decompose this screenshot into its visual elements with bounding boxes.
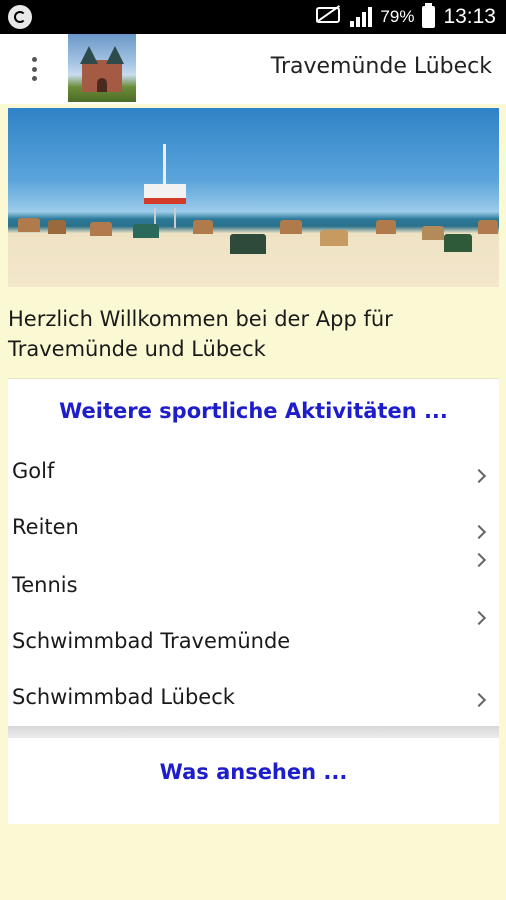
chevron-right-icon [471,692,487,708]
chevron-right-icon [471,524,487,540]
section-divider [8,726,499,738]
sights-card: Was ansehen ... [8,738,499,824]
beach-banner-image [8,108,499,287]
chevron-right-icon [471,552,487,568]
status-bar: 79% 13:13 [0,0,506,34]
sports-card: Weitere sportliche Aktivitäten ... Golf … [8,378,499,726]
signal-icon [350,7,373,27]
battery-percent: 79% [380,7,415,26]
mute-icon [316,7,342,27]
list-item-golf[interactable]: Golf [8,451,499,499]
status-icons: 79% 13:13 [316,0,496,34]
list-item-label: Tennis [12,573,78,597]
list-item-label: Golf [12,459,55,483]
welcome-text: Herzlich Willkommen bei der App für Trav… [8,307,393,361]
holstentor-logo [68,34,136,102]
list-item-label: Reiten [12,515,79,539]
list-item-label: Schwimmbad Lübeck [12,685,235,709]
list-item-reiten[interactable]: Reiten [8,507,499,555]
section-header-sports[interactable]: Weitere sportliche Aktivitäten ... [8,399,499,423]
list-item-tennis[interactable]: Tennis [8,552,499,611]
chevron-right-icon [471,610,487,626]
list-item-label: Schwimmbad Travemünde [12,629,291,653]
list-item-schwimmbad-travemuende[interactable]: Schwimmbad Travemünde [8,610,499,667]
list-item-schwimmbad-luebeck[interactable]: Schwimmbad Lübeck [8,675,499,723]
section-header-sights[interactable]: Was ansehen ... [8,760,499,784]
sync-icon [8,5,32,29]
app-bar: Travemünde Lübeck [0,34,506,104]
app-title: Travemünde Lübeck [270,54,492,79]
battery-charging-icon [422,3,436,28]
overflow-menu-icon[interactable] [20,54,48,84]
status-time: 13:13 [443,5,496,28]
chevron-right-icon [471,468,487,484]
